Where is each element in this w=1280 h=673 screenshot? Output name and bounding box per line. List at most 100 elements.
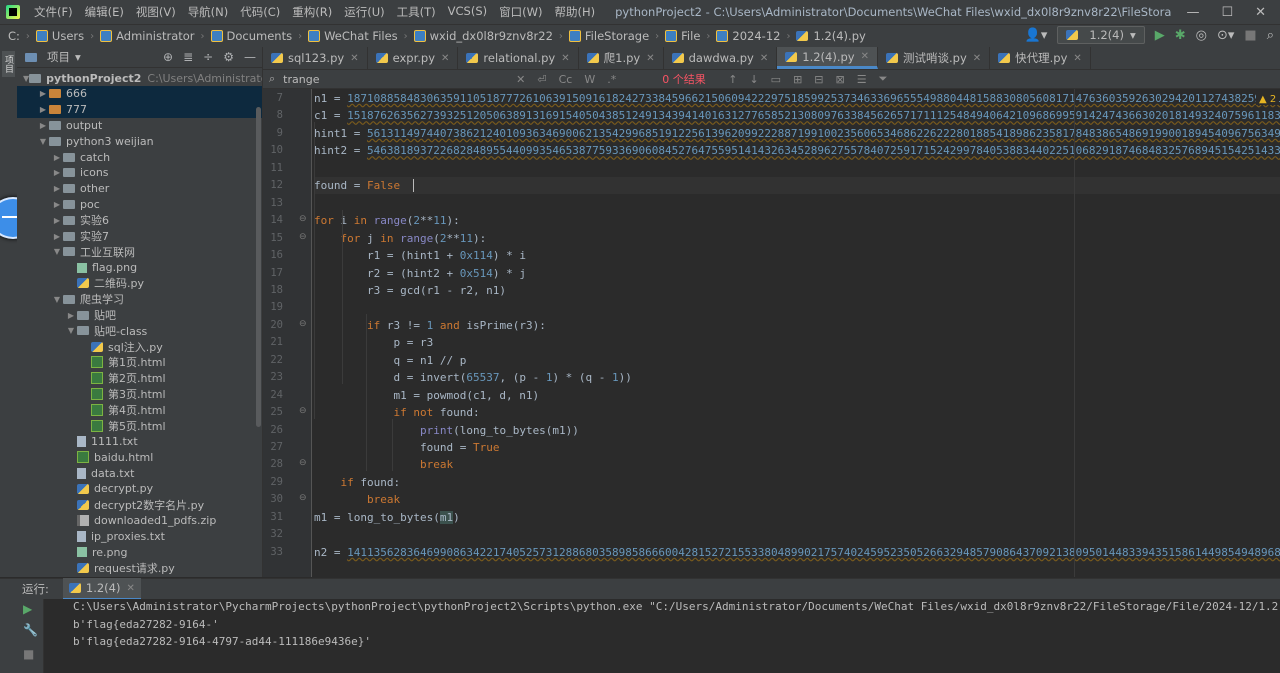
chevron-down-icon[interactable]: ▼ (51, 247, 63, 256)
menu-item[interactable]: 重构(R) (286, 4, 338, 20)
tree-item[interactable]: ▶ poc (17, 196, 262, 212)
chevron-right-icon[interactable]: ▶ (51, 184, 63, 193)
run-icon[interactable]: ▶ (1155, 28, 1165, 43)
menu-item[interactable]: 代码(C) (234, 4, 286, 20)
tree-item[interactable]: data.txt (17, 465, 262, 481)
user-icon[interactable]: 👤▾ (1025, 28, 1048, 43)
chevron-right-icon[interactable]: ▶ (51, 232, 63, 241)
next-occurrence-icon[interactable]: ↓ (749, 73, 758, 86)
search-everywhere-icon[interactable]: ⌕ (1267, 28, 1274, 43)
tree-item[interactable]: ▶ catch (17, 149, 262, 165)
tree-item[interactable]: ▶ output (17, 117, 262, 133)
tree-item[interactable]: decrypt.py (17, 481, 262, 497)
menu-item[interactable]: 运行(U) (338, 4, 390, 20)
tree-item[interactable]: 第3页.html (17, 386, 262, 402)
warning-indicator[interactable]: ▲ 2 (1256, 94, 1280, 105)
clear-search-icon[interactable]: ✕ (516, 73, 525, 86)
close-tab-icon[interactable]: ✕ (861, 51, 869, 62)
tree-item[interactable]: ▶ icons (17, 165, 262, 181)
minimize-button[interactable]: — (1186, 5, 1199, 20)
tree-item[interactable]: request请求.py (17, 560, 262, 576)
tree-item[interactable]: ▶ 贴吧 (17, 307, 262, 323)
code-editor[interactable]: n1 = 18710885848306359110518777261063915… (312, 89, 1280, 577)
run-console[interactable]: C:\Users\Administrator\PycharmProjects\p… (44, 599, 1280, 673)
chevron-right-icon[interactable]: ▶ (65, 311, 77, 320)
tree-item[interactable]: baidu.html (17, 449, 262, 465)
tree-item[interactable]: 二维码.py (17, 275, 262, 291)
close-tab-icon[interactable]: ✕ (441, 53, 449, 64)
find-in-selection-icon[interactable]: ▭ (771, 73, 781, 86)
close-tab-icon[interactable]: ✕ (646, 53, 654, 64)
tree-item[interactable]: 第2页.html (17, 370, 262, 386)
filter-icon[interactable]: ⏷ (879, 72, 888, 86)
menu-item[interactable]: VCS(S) (442, 4, 493, 20)
fold-marker-icon[interactable]: ⊖ (299, 458, 307, 468)
editor-tab[interactable]: 快代理.py ✕ (990, 47, 1091, 69)
breadcrumb-item[interactable]: Administrator (100, 29, 195, 43)
chevron-down-icon[interactable]: ▼ (51, 295, 63, 304)
chevron-right-icon[interactable]: ▶ (37, 105, 49, 114)
tree-item[interactable]: 第1页.html (17, 354, 262, 370)
tree-item[interactable]: 第4页.html (17, 402, 262, 418)
fold-marker-icon[interactable]: ⊖ (299, 232, 307, 242)
tree-item[interactable]: ▶ 实验6 (17, 212, 262, 228)
collapse-all-icon[interactable]: ÷ (203, 50, 213, 64)
coverage-icon[interactable]: ◎ (1196, 28, 1207, 43)
add-occurrence-icon[interactable]: ⊞ (793, 73, 802, 86)
editor-tab[interactable]: 测试哨谈.py ✕ (878, 47, 991, 69)
chevron-right-icon[interactable]: ▶ (51, 216, 63, 225)
breadcrumb-item[interactable]: C: (8, 29, 20, 43)
project-scrollbar[interactable] (256, 107, 261, 427)
history-icon[interactable]: ⏎ (537, 73, 546, 86)
breadcrumb-item[interactable]: Documents (210, 29, 292, 43)
locate-icon[interactable]: ⊕ (163, 50, 173, 64)
chevron-right-icon[interactable]: ▶ (51, 200, 63, 209)
menu-item[interactable]: 帮助(H) (548, 4, 601, 20)
run-config-select[interactable]: 1.2(4) ▾ (1057, 26, 1145, 44)
close-tab-icon[interactable]: ✕ (350, 53, 358, 64)
breadcrumb-item[interactable]: 2024-12 (716, 29, 780, 43)
tree-item[interactable]: ▼ 爬虫学习 (17, 291, 262, 307)
project-tool-tab[interactable]: 项目 (2, 51, 15, 77)
close-tab-icon[interactable]: ✕ (561, 53, 569, 64)
tree-item[interactable]: ▼ 贴吧-class (17, 323, 262, 339)
breadcrumb-item[interactable]: wxid_dx0l8r9znv8r22 (413, 29, 553, 43)
editor-tab[interactable]: sql123.py ✕ (263, 47, 368, 69)
expand-all-icon[interactable]: ≣ (183, 50, 193, 64)
tree-item[interactable]: ▶ 666 (17, 85, 262, 102)
wrench-icon[interactable]: 🔧 (23, 623, 38, 637)
stop-icon[interactable]: ■ (1244, 28, 1256, 43)
whole-word-toggle[interactable]: W (584, 73, 595, 86)
chevron-down-icon[interactable]: ▼ (65, 326, 77, 335)
tree-item[interactable]: re.png (17, 544, 262, 560)
menu-item[interactable]: 工具(T) (391, 4, 442, 20)
close-tab-icon[interactable]: ✕ (760, 53, 768, 64)
breadcrumb-item[interactable]: FileStorage (568, 29, 649, 43)
find-input[interactable] (281, 71, 511, 87)
menu-item[interactable]: 导航(N) (182, 4, 235, 20)
previous-occurrence-icon[interactable]: ↑ (728, 73, 737, 86)
tree-item[interactable]: decrypt2数字名片.py (17, 497, 262, 513)
menu-item[interactable]: 文件(F) (28, 4, 79, 20)
chevron-right-icon[interactable]: ▶ (51, 153, 63, 162)
breadcrumb-item[interactable]: File (665, 29, 700, 43)
fold-marker-icon[interactable]: ⊖ (299, 319, 307, 329)
close-button[interactable]: ✕ (1255, 5, 1266, 20)
open-in-window-icon[interactable]: ☰ (857, 73, 867, 86)
tree-item[interactable]: ip_proxies.txt (17, 528, 262, 544)
fold-marker-icon[interactable]: ⊖ (299, 214, 307, 224)
remove-occurrence-icon[interactable]: ⊟ (814, 73, 823, 86)
close-tab-icon[interactable]: ✕ (1073, 53, 1081, 64)
fold-marker-icon[interactable]: ⊖ (299, 493, 307, 503)
editor-tab[interactable]: relational.py ✕ (458, 47, 579, 69)
tree-item[interactable]: ▼pythonProject2C:\Users\Administrator\Py… (17, 70, 262, 86)
editor-tab[interactable]: 1.2(4).py ✕ (777, 47, 878, 69)
tree-item[interactable]: ▼ 工业互联网 (17, 244, 262, 260)
editor-tab[interactable]: expr.py ✕ (368, 47, 459, 69)
close-tab-icon[interactable]: ✕ (126, 583, 134, 594)
tree-item[interactable]: ▶ 777 (17, 101, 262, 118)
tree-item[interactable]: downloaded1_pdfs.zip (17, 512, 262, 528)
breadcrumb-item[interactable]: 1.2(4).py (796, 29, 866, 43)
chevron-down-icon[interactable]: ▼ (37, 137, 49, 146)
breadcrumb-item[interactable]: Users (35, 29, 84, 43)
